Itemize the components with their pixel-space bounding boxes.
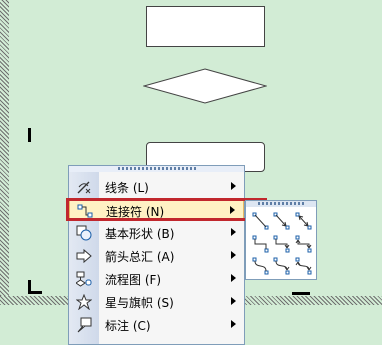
- connector-option-elbow-arrow[interactable]: [271, 233, 292, 256]
- callouts-icon: [77, 317, 92, 333]
- curved-connector-icon: [252, 257, 269, 275]
- elbow-double-arrow-connector-icon: [295, 235, 312, 253]
- submenu-arrow-icon: [231, 228, 236, 236]
- straight-double-arrow-connector-icon: [295, 212, 312, 230]
- menu-item-label: 基本形状 (B): [105, 227, 175, 241]
- submenu-drag-handle[interactable]: [246, 201, 316, 207]
- line-icon: [77, 181, 91, 194]
- connector-grid: [250, 210, 314, 278]
- menu-item-block-arrows[interactable]: 箭头总汇 (A): [69, 245, 244, 267]
- connector-option-curved-double-arrow[interactable]: [293, 255, 314, 278]
- basic-shapes-icon: [76, 225, 92, 241]
- margin-mark-bottom: [292, 292, 310, 295]
- curved-double-arrow-connector-icon: [295, 257, 312, 275]
- connector-option-curved[interactable]: [250, 255, 271, 278]
- submenu-arrow-icon: [231, 251, 236, 259]
- menu-item-label: 流程图 (F): [105, 273, 162, 287]
- menu-item-label: 线条 (L): [105, 181, 149, 195]
- menu-item-callouts[interactable]: 标注 (C): [69, 314, 244, 336]
- margin-mark-corner-horizontal: [28, 291, 42, 294]
- highlight-callout-box: [66, 198, 267, 221]
- submenu-arrow-icon: [231, 320, 236, 328]
- submenu-arrow-icon: [231, 297, 236, 305]
- menu-item-label: 标注 (C): [105, 319, 151, 333]
- autoshapes-menu: 线条 (L) 连接符 (N) 基本形状 (B) 箭头总汇 (A) 流程图 (F)…: [68, 165, 245, 345]
- menu-item-lines[interactable]: 线条 (L): [69, 176, 244, 198]
- connector-option-elbow-double-arrow[interactable]: [293, 233, 314, 256]
- elbow-arrow-connector-icon: [273, 235, 290, 253]
- menu-item-flowchart[interactable]: 流程图 (F): [69, 268, 244, 290]
- flowchart-icon: [76, 271, 92, 287]
- curved-arrow-connector-icon: [273, 257, 290, 275]
- rectangle-shape[interactable]: [146, 6, 265, 47]
- menu-item-label: 星与旗帜 (S): [105, 296, 174, 310]
- connector-option-straight[interactable]: [250, 210, 271, 233]
- submenu-arrow-icon: [231, 274, 236, 282]
- elbow-connector-icon: [252, 235, 269, 253]
- block-arrows-icon: [76, 248, 92, 264]
- menu-item-stars-banners[interactable]: 星与旗帜 (S): [69, 291, 244, 313]
- connector-option-elbow[interactable]: [250, 233, 271, 256]
- page-edge-left: [0, 0, 9, 300]
- margin-mark-left: [28, 128, 31, 142]
- connector-submenu: [245, 200, 317, 280]
- connector-option-straight-arrow[interactable]: [271, 210, 292, 233]
- submenu-arrow-icon: [231, 182, 236, 190]
- menu-item-label: 箭头总汇 (A): [105, 250, 175, 264]
- menu-item-basic-shapes[interactable]: 基本形状 (B): [69, 222, 244, 244]
- stars-banners-icon: [76, 294, 92, 310]
- straight-connector-icon: [252, 212, 269, 230]
- diamond-shape[interactable]: [143, 68, 267, 104]
- connector-option-straight-double-arrow[interactable]: [293, 210, 314, 233]
- connector-option-curved-arrow[interactable]: [271, 255, 292, 278]
- straight-arrow-connector-icon: [273, 212, 290, 230]
